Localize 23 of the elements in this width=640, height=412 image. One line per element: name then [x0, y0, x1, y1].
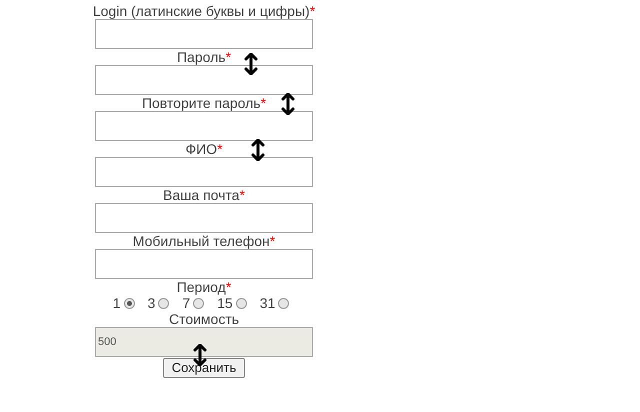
input-field[interactable] — [95, 65, 313, 95]
input-field[interactable] — [95, 111, 313, 141]
input-field[interactable] — [95, 157, 313, 187]
field-label: Мобильный телефон* — [132, 233, 276, 249]
period-radio[interactable]: 31 — [260, 292, 290, 314]
price-field: 500 — [95, 327, 313, 357]
field-label: Стоимость — [168, 311, 240, 327]
input-field[interactable] — [95, 203, 313, 233]
field-label: Период* — [176, 279, 232, 295]
input-field[interactable] — [94, 19, 313, 49]
field-label: Ваша почта* — [163, 187, 245, 203]
period-radio[interactable]: 3 — [148, 292, 170, 314]
save-button[interactable]: Сохранить — [162, 358, 246, 378]
double-arrow-icon — [250, 139, 266, 161]
field-label: Повторите пароль* — [142, 95, 266, 111]
field-label: Login (латинские буквы и цифры)* — [92, 3, 316, 19]
field-label: ФИО* — [185, 141, 223, 157]
period-radio[interactable]: 1 — [112, 292, 135, 314]
period-radio[interactable]: 7 — [182, 292, 204, 314]
double-arrow-icon — [243, 53, 259, 75]
input-field[interactable] — [95, 249, 313, 279]
double-arrow-icon — [280, 93, 296, 115]
field-label: Пароль* — [176, 49, 232, 65]
